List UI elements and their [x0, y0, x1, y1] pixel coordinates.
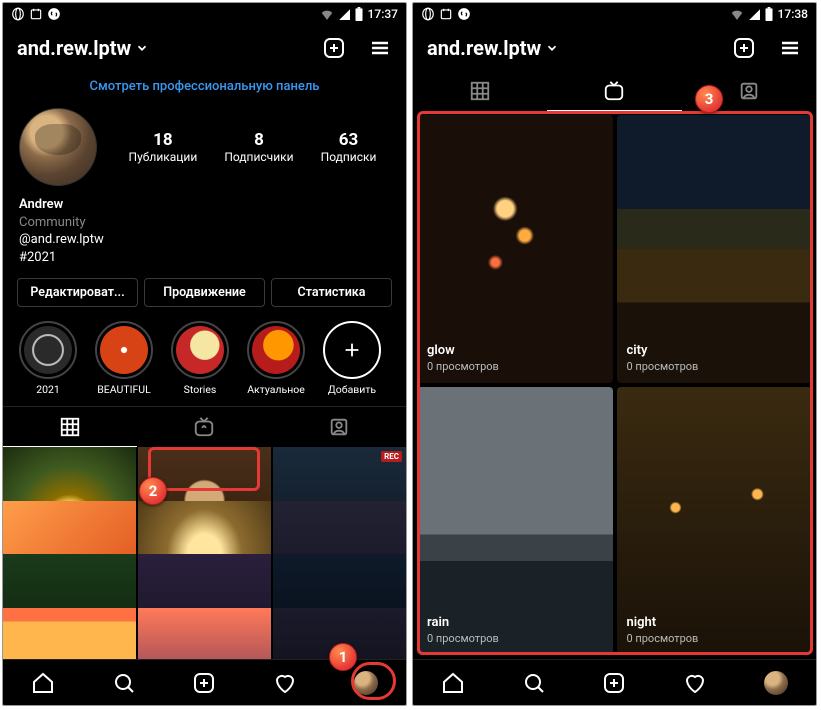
menu-icon[interactable]: [778, 36, 802, 60]
status-bar: 17:37: [3, 3, 406, 25]
wifi-icon: [730, 8, 744, 20]
menu-icon[interactable]: [368, 36, 392, 60]
tab-grid[interactable]: [413, 71, 547, 111]
pro-panel-link[interactable]: Смотреть профессиональную панель: [3, 71, 406, 108]
stats-button[interactable]: Статистика: [271, 278, 392, 307]
tab-igtv[interactable]: [547, 71, 681, 111]
shazam-icon: [457, 7, 471, 21]
battery-icon: [354, 7, 364, 21]
signal-icon: [338, 8, 350, 20]
search-icon[interactable]: [112, 671, 136, 695]
highlight-beautiful[interactable]: BEAUTIFUL: [93, 321, 155, 396]
bio-handle: @and.rew.lptw: [19, 231, 390, 249]
battery-icon: [764, 7, 774, 21]
highlight-add[interactable]: Добавить: [321, 321, 383, 396]
highlights-row[interactable]: 2021 BEAUTIFUL Stories Актуальное Добави…: [3, 321, 406, 406]
tab-tagged[interactable]: [272, 407, 406, 447]
opera-icon: [421, 7, 435, 21]
posts-grid: REC 🔥 СКАЗОЧНАЯ СТРАНА: [3, 447, 406, 659]
tab-igtv[interactable]: [137, 407, 271, 447]
reels-icon[interactable]: [602, 671, 626, 695]
calendar-icon: [439, 7, 453, 21]
profile-bio: Andrew Community @and.rew.lptw #2021: [3, 186, 406, 278]
phone-profile: 17:37 and.rew.lptw Смотреть профессионал…: [2, 2, 407, 706]
stat-followers[interactable]: 8Подписчики: [224, 130, 293, 164]
highlight-actual[interactable]: Актуальное: [245, 321, 307, 396]
profile-tabs: [3, 406, 406, 447]
calendar-icon: [29, 7, 43, 21]
profile-avatar[interactable]: [19, 108, 97, 186]
stat-following[interactable]: 63Подписки: [321, 130, 377, 164]
post-thumb[interactable]: [138, 608, 271, 659]
status-time: 17:37: [368, 7, 398, 21]
home-icon[interactable]: [441, 671, 465, 695]
opera-icon: [11, 7, 25, 21]
bio-name: Andrew: [19, 196, 390, 214]
profile-tab-avatar[interactable]: [354, 671, 378, 695]
chevron-down-icon: [545, 41, 559, 55]
igtv-item-night[interactable]: night0 просмотров: [617, 387, 813, 655]
profile-header: and.rew.lptw: [413, 25, 816, 71]
profile-tab-avatar[interactable]: [764, 671, 788, 695]
wifi-icon: [320, 8, 334, 20]
create-icon[interactable]: [322, 36, 346, 60]
igtv-item-glow[interactable]: glow0 просмотров: [417, 115, 613, 383]
igtv-item-city[interactable]: city0 просмотров: [617, 115, 813, 383]
rec-badge: REC: [381, 451, 402, 462]
bio-hashtag[interactable]: #2021: [19, 249, 390, 267]
profile-tabs: [413, 71, 816, 111]
status-bar: 17:38: [413, 3, 816, 25]
heart-icon[interactable]: [273, 671, 297, 695]
search-icon[interactable]: [522, 671, 546, 695]
badge-3: 3: [695, 85, 723, 113]
edit-profile-button[interactable]: Редактироват...: [17, 278, 138, 307]
phone-igtv: 17:38 and.rew.lptw glow0 просмотров city…: [412, 2, 817, 706]
stat-posts[interactable]: 18Публикации: [129, 130, 198, 164]
profile-header: and.rew.lptw: [3, 25, 406, 71]
bottom-nav: [413, 659, 816, 705]
highlight-2021[interactable]: 2021: [17, 321, 79, 396]
bio-category: Community: [19, 214, 390, 232]
shazam-icon: [47, 7, 61, 21]
create-icon[interactable]: [732, 36, 756, 60]
signal-icon: [748, 8, 760, 20]
home-icon[interactable]: [31, 671, 55, 695]
highlight-stories[interactable]: Stories: [169, 321, 231, 396]
tab-grid[interactable]: [3, 407, 137, 447]
username-dropdown[interactable]: and.rew.lptw: [17, 36, 322, 60]
username-dropdown[interactable]: and.rew.lptw: [427, 36, 732, 60]
igtv-grid: glow0 просмотров city0 просмотров rain0 …: [413, 111, 816, 659]
badge-2: 2: [139, 477, 167, 505]
badge-1: 1: [329, 643, 357, 671]
heart-icon[interactable]: [683, 671, 707, 695]
promote-button[interactable]: Продвижение: [144, 278, 265, 307]
post-thumb[interactable]: [3, 608, 136, 659]
igtv-item-rain[interactable]: rain0 просмотров: [417, 387, 613, 655]
status-time: 17:38: [778, 7, 808, 21]
profile-summary: 18Публикации 8Подписчики 63Подписки: [3, 108, 406, 186]
chevron-down-icon: [135, 41, 149, 55]
reels-icon[interactable]: [192, 671, 216, 695]
profile-actions: Редактироват... Продвижение Статистика: [3, 278, 406, 321]
